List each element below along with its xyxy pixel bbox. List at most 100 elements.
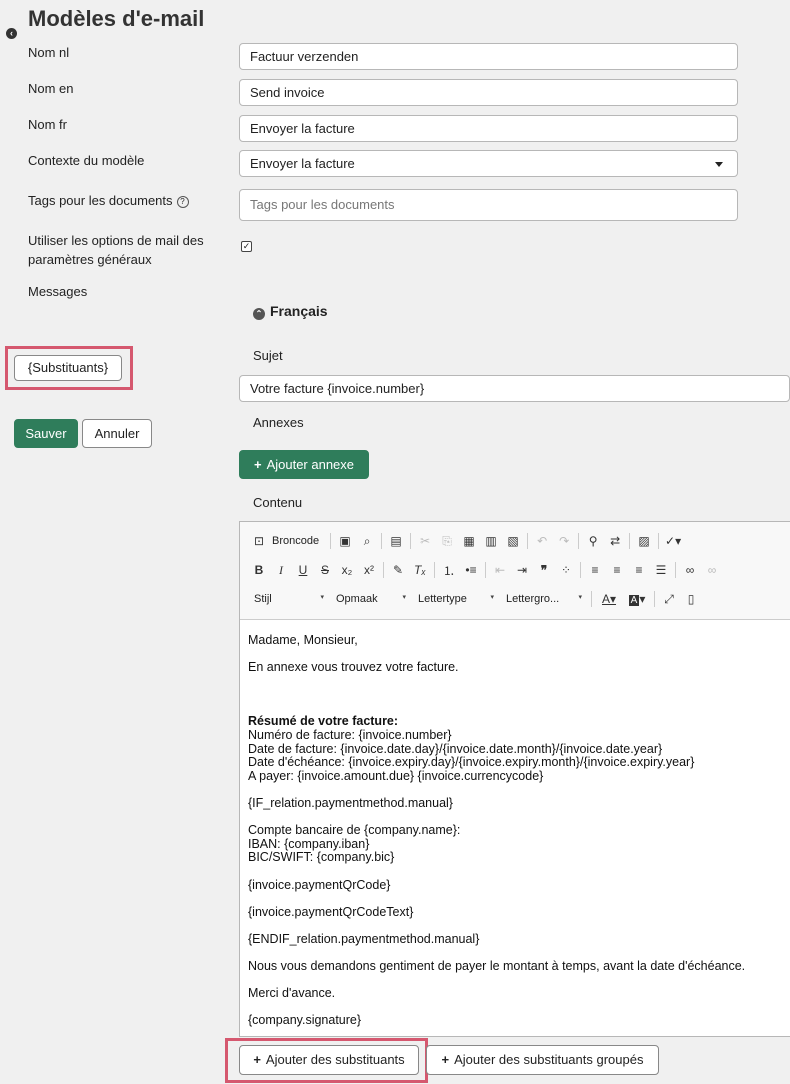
underline-icon[interactable]: U bbox=[292, 563, 314, 577]
save-doc-icon[interactable]: ▣ bbox=[334, 534, 356, 548]
source-icon[interactable]: ⊡ bbox=[248, 534, 270, 548]
label-options-line1: Utiliser les options de mail des bbox=[28, 233, 204, 248]
cancel-button[interactable]: Annuler bbox=[82, 419, 152, 448]
italic-icon[interactable]: I bbox=[270, 563, 292, 578]
chevron-down-icon: ▾ bbox=[578, 594, 582, 601]
redo-icon[interactable]: ↷ bbox=[553, 534, 575, 548]
toolbar-separator bbox=[330, 533, 332, 549]
undo-icon[interactable]: ↶ bbox=[531, 534, 553, 548]
language-section-header[interactable]: ⌃ Français bbox=[253, 303, 328, 320]
help-icon[interactable]: ? bbox=[176, 196, 189, 208]
content-bank-line: BIC/SWIFT: {company.bic} bbox=[248, 850, 395, 865]
toolbar-separator bbox=[591, 591, 592, 607]
size-combo[interactable]: Lettergro... ▾ bbox=[500, 593, 588, 605]
content-bank-line: IBAN: {company.iban} bbox=[248, 836, 370, 851]
copy-format-icon[interactable]: ✎ bbox=[387, 563, 409, 577]
contexte-select[interactable]: Envoyer la facture bbox=[239, 150, 738, 177]
toolbar-separator bbox=[485, 562, 486, 578]
div-container-icon[interactable]: ⁘ bbox=[555, 563, 577, 577]
content-summary-line: A payer: {invoice.amount.due} {invoice.c… bbox=[248, 768, 544, 783]
align-right-icon[interactable]: ≡ bbox=[628, 563, 650, 577]
tags-input[interactable]: Tags pour les documents bbox=[239, 189, 738, 221]
options-checkbox[interactable]: ✓ bbox=[241, 241, 252, 252]
contexte-select-value: Envoyer la facture bbox=[250, 156, 355, 171]
add-grouped-label: Ajouter des substituants groupés bbox=[454, 1052, 644, 1067]
label-nom-nl: Nom nl bbox=[28, 45, 70, 60]
source-button-label[interactable]: Broncode bbox=[272, 535, 319, 547]
save-button[interactable]: Sauver bbox=[14, 419, 78, 448]
nom-en-input[interactable]: Send invoice bbox=[239, 79, 738, 106]
toolbar-separator bbox=[578, 533, 580, 549]
unlink-icon[interactable]: ∞ bbox=[701, 563, 723, 577]
bulleted-list-icon[interactable]: •≡ bbox=[460, 563, 482, 577]
align-left-icon[interactable]: ≡ bbox=[584, 563, 606, 577]
font-combo[interactable]: Lettertype ▾ bbox=[412, 593, 500, 605]
toolbar-separator bbox=[381, 533, 383, 549]
toolbar-row-1: ⊡ Broncode ▣ ⌕ ▤ ✂ ⎘ ▦ ▥ ▧ ↶ ↷ ⚲ ⇄ ▨ ✓▾ bbox=[248, 530, 684, 552]
add-grouped-substituants-button[interactable]: + Ajouter des substituants groupés bbox=[426, 1045, 659, 1075]
select-all-icon[interactable]: ▨ bbox=[633, 534, 655, 548]
nom-nl-input[interactable]: Factuur verzenden bbox=[239, 43, 738, 70]
format-combo-label: Opmaak bbox=[336, 593, 378, 605]
content-summary-line: Date d'échéance: {invoice.expiry.day}/{i… bbox=[248, 755, 695, 770]
show-blocks-icon[interactable]: ▯ bbox=[680, 592, 702, 606]
replace-icon[interactable]: ⇄ bbox=[604, 534, 626, 548]
background-color-swatch: A bbox=[628, 595, 640, 606]
label-nom-fr: Nom fr bbox=[28, 117, 67, 132]
align-justify-icon[interactable]: ☰ bbox=[650, 563, 672, 577]
back-icon[interactable]: ‹ bbox=[6, 28, 17, 39]
style-combo-label: Stijl bbox=[254, 593, 272, 605]
blockquote-icon[interactable]: ❞ bbox=[533, 563, 555, 577]
style-combo[interactable]: Stijl ▾ bbox=[248, 593, 330, 605]
subject-input[interactable]: Votre facture {invoice.number} bbox=[239, 375, 790, 402]
cut-icon[interactable]: ✂ bbox=[414, 534, 436, 548]
toolbar-separator bbox=[580, 562, 581, 578]
maximize-icon[interactable]: ⤢ bbox=[658, 592, 680, 607]
label-nom-en: Nom en bbox=[28, 81, 74, 96]
content-bank-line: Compte bancaire de {company.name}: bbox=[248, 823, 461, 838]
add-substituants-label: Ajouter des substituants bbox=[265, 1052, 405, 1067]
background-color-icon[interactable]: A ▾ bbox=[623, 592, 651, 606]
format-combo[interactable]: Opmaak ▾ bbox=[330, 593, 412, 605]
attachments-label: Annexes bbox=[253, 415, 304, 430]
bold-icon[interactable]: B bbox=[248, 563, 270, 577]
templates-icon[interactable]: ▤ bbox=[385, 534, 407, 548]
rich-text-editor[interactable]: ⊡ Broncode ▣ ⌕ ▤ ✂ ⎘ ▦ ▥ ▧ ↶ ↷ ⚲ ⇄ ▨ ✓▾ … bbox=[239, 521, 790, 1037]
toolbar-row-2: B I U S x₂ x² ✎ Tₓ ⒈ •≡ ⇤ ⇥ ❞ ⁘ ≡ ≡ ≡ ☰ … bbox=[248, 559, 723, 581]
find-icon[interactable]: ⚲ bbox=[582, 534, 604, 548]
language-label: Français bbox=[270, 303, 328, 319]
copy-icon[interactable]: ⎘ bbox=[436, 534, 458, 549]
link-icon[interactable]: ∞ bbox=[679, 563, 701, 577]
strikethrough-icon[interactable]: S bbox=[314, 563, 336, 577]
paste-icon[interactable]: ▦ bbox=[458, 534, 480, 548]
chevron-down-icon: ▾ bbox=[490, 594, 494, 601]
font-combo-label: Lettertype bbox=[418, 593, 467, 605]
align-center-icon[interactable]: ≡ bbox=[606, 563, 628, 577]
paste-word-icon[interactable]: ▧ bbox=[502, 534, 524, 548]
spellcheck-icon[interactable]: ✓▾ bbox=[662, 534, 684, 548]
superscript-icon[interactable]: x² bbox=[358, 563, 380, 577]
label-tags-text: Tags pour les documents bbox=[28, 193, 173, 208]
content-intro: En annexe vous trouvez votre facture. bbox=[248, 660, 459, 675]
editor-content[interactable]: Madame, Monsieur, En annexe vous trouvez… bbox=[248, 633, 790, 1042]
paste-text-icon[interactable]: ▥ bbox=[480, 534, 502, 548]
preview-icon[interactable]: ⌕ bbox=[356, 534, 378, 549]
page-title: Modèles d'e-mail bbox=[28, 6, 205, 31]
nom-fr-input[interactable]: Envoyer la facture bbox=[239, 115, 738, 142]
label-options-line2: paramètres généraux bbox=[28, 252, 152, 267]
size-combo-label: Lettergro... bbox=[506, 593, 560, 605]
label-messages: Messages bbox=[28, 284, 88, 299]
outdent-icon[interactable]: ⇤ bbox=[489, 563, 511, 577]
toolbar-separator bbox=[629, 533, 631, 549]
add-substituants-button[interactable]: + Ajouter des substituants bbox=[239, 1045, 419, 1075]
content-summary-line: Date de facture: {invoice.date.day}/{inv… bbox=[248, 741, 663, 756]
remove-format-icon[interactable]: Tₓ bbox=[409, 563, 431, 577]
content-endif-line: {ENDIF_relation.paymentmethod.manual} bbox=[248, 931, 480, 946]
content-greeting: Madame, Monsieur, bbox=[248, 633, 358, 647]
text-color-icon[interactable]: A▾ bbox=[595, 592, 623, 606]
substituants-button[interactable]: {Substituants} bbox=[14, 355, 122, 381]
subscript-icon[interactable]: x₂ bbox=[336, 563, 358, 577]
numbered-list-icon[interactable]: ⒈ bbox=[438, 562, 460, 579]
indent-icon[interactable]: ⇥ bbox=[511, 563, 533, 577]
add-attachment-button[interactable]: + Ajouter annexe bbox=[239, 450, 369, 479]
